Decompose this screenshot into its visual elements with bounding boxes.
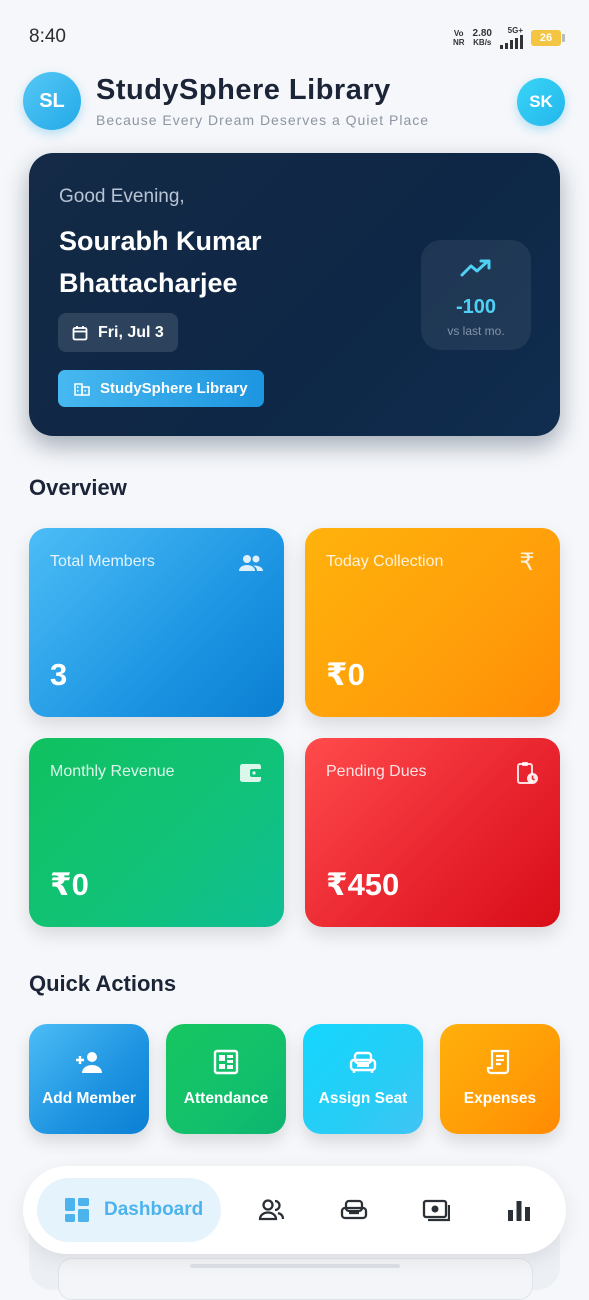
trend-widget: -100 vs last mo.: [421, 240, 531, 350]
library-chip[interactable]: StudySphere Library: [58, 370, 264, 407]
attendance-label: Attendance: [183, 1090, 269, 1107]
app-header: SL StudySphere Library Because Every Dre…: [23, 72, 565, 130]
volte-indicator: Vo NR: [452, 28, 465, 47]
trend-label: vs last mo.: [447, 324, 505, 338]
assign-seat-button[interactable]: Assign Seat: [303, 1024, 423, 1134]
assign-seat-label: Assign Seat: [318, 1090, 408, 1107]
calendar-grid-icon: [213, 1049, 239, 1075]
stat-value: 3: [50, 657, 68, 692]
stat-value: ₹0: [326, 657, 365, 692]
stat-label: Monthly Revenue: [50, 763, 175, 780]
welcome-card: Good Evening, Sourabh Kumar Bhattacharje…: [29, 153, 560, 436]
wallet-icon: [240, 764, 262, 782]
trending-up-icon: [460, 259, 491, 277]
nav-members-icon[interactable]: [258, 1196, 286, 1224]
library-name: StudySphere Library: [100, 380, 248, 397]
nav-dashboard-label: Dashboard: [104, 1199, 204, 1220]
nav-reports-icon[interactable]: [505, 1196, 533, 1224]
building-icon: [74, 382, 90, 396]
expenses-button[interactable]: Expenses: [440, 1024, 560, 1134]
total-members-card[interactable]: Total Members 3: [29, 528, 284, 717]
add-member-label: Add Member: [42, 1090, 136, 1107]
nav-dashboard[interactable]: Dashboard: [37, 1178, 221, 1242]
calendar-icon: [72, 325, 88, 340]
bottom-navigation: Dashboard: [23, 1166, 566, 1254]
greeting-text: Good Evening,: [59, 186, 185, 207]
signal-icon: 5G+: [500, 26, 523, 49]
today-collection-card[interactable]: Today Collection ₹ ₹0: [305, 528, 560, 717]
sofa-icon: [349, 1051, 377, 1073]
nav-seats-icon[interactable]: [340, 1196, 368, 1224]
home-indicator: [190, 1264, 400, 1268]
date-chip: Fri, Jul 3: [58, 313, 178, 352]
people-icon: [239, 555, 263, 571]
date-text: Fri, Jul 3: [98, 323, 164, 341]
stat-label: Total Members: [50, 553, 155, 570]
stat-value: ₹450: [326, 867, 400, 902]
rupee-icon: ₹: [519, 549, 535, 576]
profile-avatar[interactable]: SK: [517, 78, 565, 126]
dashboard-icon: [65, 1198, 89, 1222]
overview-title: Overview: [29, 475, 127, 500]
stat-label: Today Collection: [326, 553, 444, 570]
nav-payments-icon[interactable]: [422, 1196, 450, 1224]
pending-dues-card[interactable]: Pending Dues ₹450: [305, 738, 560, 927]
quick-actions-title: Quick Actions: [29, 971, 177, 996]
status-bar: 8:40 Vo NR 2.80 KB/s 5G+ 26: [0, 0, 589, 72]
expenses-label: Expenses: [463, 1090, 537, 1107]
stat-value: ₹0: [50, 867, 89, 902]
trend-value: -100: [455, 296, 497, 318]
receipt-icon: [486, 1049, 510, 1075]
person-add-icon: [76, 1052, 102, 1073]
app-subtitle: Because Every Dream Deserves a Quiet Pla…: [96, 112, 430, 128]
status-icons: Vo NR 2.80 KB/s 5G+ 26: [452, 26, 565, 49]
stat-label: Pending Dues: [326, 763, 427, 780]
clipboard-clock-icon: [517, 762, 538, 784]
add-member-button[interactable]: Add Member: [29, 1024, 149, 1134]
battery-icon: 26: [531, 29, 565, 46]
status-time: 8:40: [29, 26, 66, 47]
app-title: StudySphere Library: [96, 74, 391, 106]
user-name: Sourabh Kumar Bhattacharjee: [59, 226, 262, 298]
logo-avatar: SL: [23, 72, 81, 130]
attendance-button[interactable]: Attendance: [166, 1024, 286, 1134]
network-speed: 2.80 KB/s: [472, 27, 492, 47]
monthly-revenue-card[interactable]: Monthly Revenue ₹0: [29, 738, 284, 927]
